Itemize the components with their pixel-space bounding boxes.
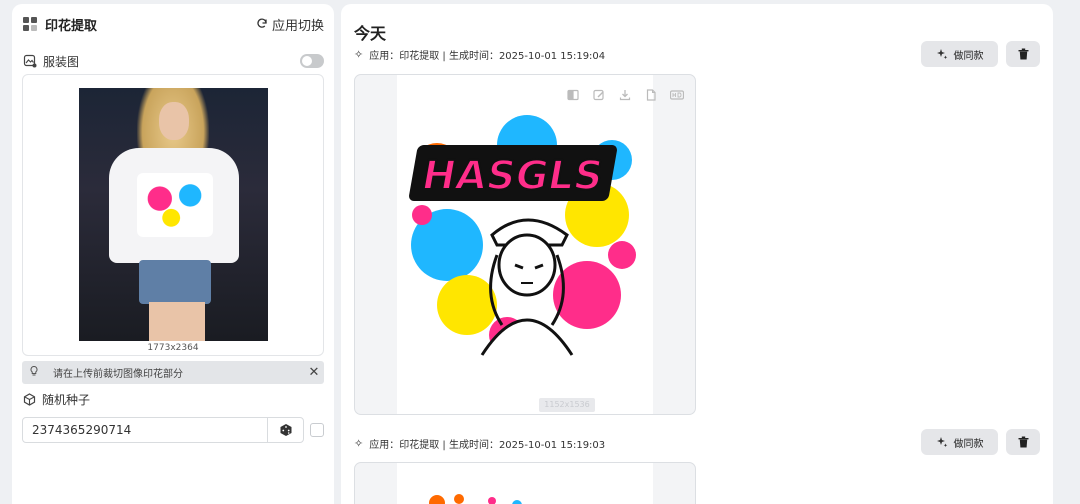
dice-random-button[interactable] — [267, 418, 303, 442]
section-title: 今天 — [354, 24, 387, 43]
dice-icon — [280, 424, 291, 436]
apps-grid-icon — [23, 17, 37, 31]
seed-input[interactable]: 2374365290714 — [22, 417, 304, 443]
make-same-label: 做同款 — [953, 50, 984, 62]
delete-button[interactable] — [1006, 429, 1040, 455]
result-actions: 做同款 — [921, 429, 1040, 455]
seed-lock-checkbox[interactable] — [310, 423, 324, 437]
garment-upload-box[interactable]: 1773x2364 — [22, 74, 324, 356]
seed-section-header: 随机种子 — [23, 390, 324, 408]
garment-photo — [79, 88, 268, 341]
graffiti-print-art: HASGLS — [409, 115, 636, 356]
sparkle-icon: ✧ — [354, 48, 364, 61]
result-image: HASGLS 1152x1536 — [397, 75, 653, 414]
result-image — [397, 463, 653, 504]
crop-tip-bar: 请在上传前裁切图像印花部分 ✕ — [22, 361, 324, 384]
garment-label-group: 服装图 — [23, 53, 79, 70]
sparkle-icon — [936, 437, 947, 448]
garment-image-size: 1773x2364 — [147, 343, 199, 353]
result-card[interactable] — [354, 462, 696, 504]
sparkle-icon: ✧ — [354, 437, 364, 450]
crop-tip-text: 请在上传前裁切图像印花部分 — [53, 369, 183, 380]
seed-value[interactable]: 2374365290714 — [23, 423, 267, 437]
switch-app-label: 应用切换 — [271, 18, 324, 34]
seed-label-group: 随机种子 — [23, 391, 90, 408]
result-meta-text: 应用：印花提取 | 生成时间：2025-10-01 15:19:03 — [369, 440, 606, 451]
file-icon[interactable] — [643, 87, 659, 103]
delete-button[interactable] — [1006, 41, 1040, 67]
graffiti-text: HASGLS — [409, 145, 617, 201]
compare-icon[interactable] — [565, 87, 581, 103]
trash-icon — [1018, 48, 1028, 60]
refresh-icon — [257, 18, 267, 28]
make-same-button[interactable]: 做同款 — [921, 41, 998, 67]
hd-icon[interactable] — [669, 87, 685, 103]
edit-icon[interactable] — [591, 87, 607, 103]
download-icon[interactable] — [617, 87, 633, 103]
seed-label: 随机种子 — [42, 392, 91, 407]
result-actions: 做同款 — [921, 41, 1040, 67]
image-edit-icon — [23, 54, 37, 68]
garment-label: 服装图 — [43, 54, 80, 69]
left-panel: 印花提取 应用切换 服装图 1773x2364 请在上传前裁切图像印花部分 ✕ — [12, 4, 334, 504]
right-panel: 今天 ✧ 应用：印花提取 | 生成时间：2025-10-01 15:19:04 … — [341, 4, 1053, 504]
graffiti-print-art-partial — [429, 494, 522, 504]
result-meta: ✧ 应用：印花提取 | 生成时间：2025-10-01 15:19:03 — [354, 436, 605, 451]
trash-icon — [1018, 436, 1028, 448]
seed-row: 2374365290714 — [22, 417, 324, 443]
cube-icon — [23, 392, 36, 406]
garment-toggle[interactable] — [300, 54, 324, 68]
app-title: 印花提取 — [23, 15, 97, 34]
result-toolbar — [565, 87, 685, 103]
garment-section-header: 服装图 — [23, 52, 324, 70]
result-image-size: 1152x1536 — [539, 398, 595, 412]
result-meta: ✧ 应用：印花提取 | 生成时间：2025-10-01 15:19:04 — [354, 47, 605, 62]
make-same-button[interactable]: 做同款 — [921, 429, 998, 455]
switch-app-button[interactable]: 应用切换 — [256, 15, 324, 34]
print-text: HASGLS — [418, 152, 607, 199]
left-panel-header: 印花提取 应用切换 — [23, 12, 324, 36]
app-title-label: 印花提取 — [45, 18, 98, 34]
lightbulb-icon — [27, 365, 41, 380]
result-meta-text: 应用：印花提取 | 生成时间：2025-10-01 15:19:04 — [369, 51, 606, 62]
make-same-label: 做同款 — [953, 438, 984, 450]
sparkle-icon — [936, 49, 947, 60]
close-tip-icon[interactable]: ✕ — [304, 365, 324, 380]
result-card[interactable]: HASGLS 1152x1536 — [354, 74, 696, 415]
